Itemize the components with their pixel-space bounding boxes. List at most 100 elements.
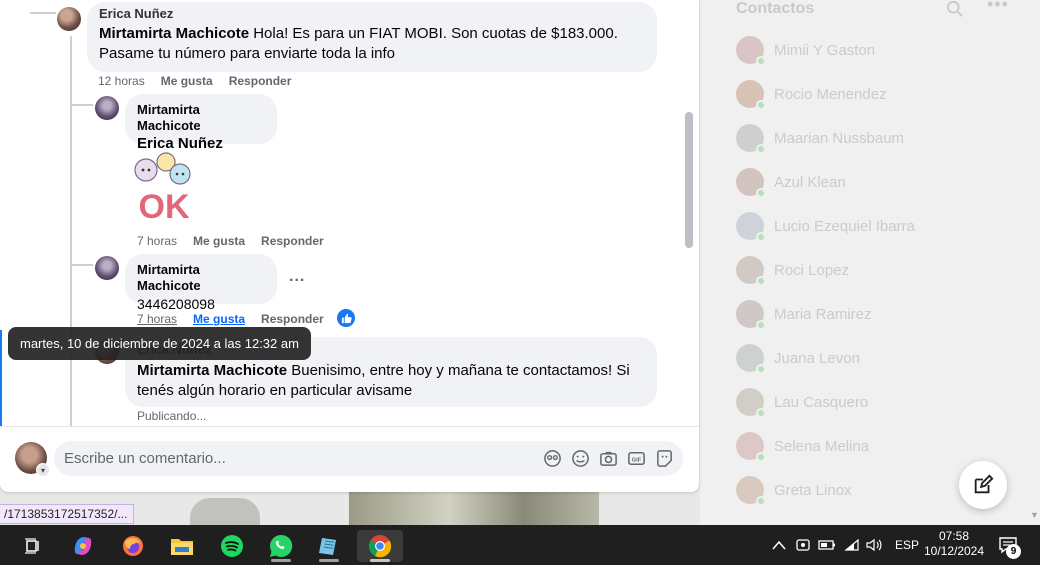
online-status-dot: [756, 320, 766, 330]
whatsapp-icon[interactable]: [261, 530, 301, 562]
contacts-panel: Contactos ••• Mimii Y Gaston Rocio Menend…: [700, 0, 1040, 525]
comment-composer: GIF: [54, 441, 683, 476]
comment-actions: 12 horas Me gusta Responder: [98, 74, 291, 88]
contact-item[interactable]: Selena Melina: [736, 432, 870, 462]
mention[interactable]: Erica Nuñez: [137, 134, 265, 154]
camera-icon[interactable]: [599, 449, 618, 468]
chevron-up-icon: [772, 540, 786, 550]
like-button[interactable]: Me gusta: [161, 74, 213, 88]
contact-item[interactable]: Greta Linox: [736, 476, 852, 506]
contact-avatar: [736, 344, 766, 374]
contact-name: Roci Lopez: [774, 261, 850, 279]
page-scrollbar[interactable]: ▼: [1030, 0, 1040, 525]
like-button[interactable]: Me gusta: [193, 312, 245, 326]
avatar[interactable]: [95, 96, 119, 120]
emoji-icon[interactable]: [571, 449, 590, 468]
firefox-icon[interactable]: [113, 530, 153, 562]
more-options-icon[interactable]: •••: [987, 0, 1009, 15]
avatar[interactable]: [57, 7, 81, 31]
contact-avatar: [736, 36, 766, 66]
dialog-scrollbar[interactable]: [685, 112, 693, 248]
contact-item[interactable]: Juana Levon: [736, 344, 860, 374]
chrome-icon[interactable]: [357, 530, 403, 562]
timestamp-tooltip: martes, 10 de diciembre de 2024 a las 12…: [8, 327, 311, 360]
contact-item[interactable]: Lucio Ezequiel Ibarra: [736, 212, 915, 242]
comment-actions: 7 horas Me gusta Responder: [137, 312, 324, 326]
comment-more-button[interactable]: ...: [289, 268, 305, 286]
background-photo: [349, 492, 599, 525]
comment-bubble: Mirtamirta Machicote Erica Nuñez: [125, 94, 277, 152]
contact-name: Selena Melina: [774, 437, 870, 455]
contact-item[interactable]: Maria Ramirez: [736, 300, 872, 330]
language-indicator[interactable]: ESP: [895, 525, 919, 565]
spotify-icon[interactable]: [212, 530, 252, 562]
online-status-dot: [756, 56, 766, 66]
wifi-icon[interactable]: [844, 525, 860, 565]
notification-center[interactable]: 9: [998, 525, 1021, 565]
online-status-dot: [756, 408, 766, 418]
thumbs-up-icon: [341, 313, 352, 323]
clock[interactable]: 07:58 10/12/2024: [918, 529, 990, 559]
meet-icon[interactable]: [795, 525, 811, 565]
comment-time[interactable]: 7 horas: [137, 234, 177, 248]
running-indicator: [319, 559, 339, 562]
avatar-sticker-icon[interactable]: [543, 449, 562, 468]
contact-avatar: [736, 212, 766, 242]
comment-time[interactable]: 12 horas: [98, 74, 145, 88]
taskbar: ESP 07:58 10/12/2024 9: [0, 525, 1040, 565]
status-url: /1713853172517352/...: [0, 504, 135, 524]
contact-name: Juana Levon: [774, 349, 860, 367]
background-image: [190, 498, 260, 525]
contact-avatar: [736, 168, 766, 198]
avatar[interactable]: [95, 256, 119, 280]
volume-icon[interactable]: [866, 525, 882, 565]
comment-author[interactable]: Mirtamirta Machicote: [99, 25, 249, 42]
online-status-dot: [756, 144, 766, 154]
contact-item[interactable]: Rocio Menendez: [736, 80, 887, 110]
online-status-dot: [756, 452, 766, 462]
reply-button[interactable]: Responder: [229, 74, 292, 88]
contact-item[interactable]: Maarian Nussbaum: [736, 124, 905, 154]
sticker-icon[interactable]: [655, 449, 674, 468]
comment-time[interactable]: 7 horas: [137, 312, 177, 326]
comment-text: 3446208098: [137, 296, 215, 312]
reply-button[interactable]: Responder: [261, 234, 324, 248]
online-status-dot: [756, 232, 766, 242]
contact-name: Maarian Nussbaum: [774, 129, 905, 147]
comment-author[interactable]: Mirtamirta Machicote: [137, 362, 287, 379]
like-reaction-icon[interactable]: [337, 309, 355, 327]
comment-actions: 7 horas Me gusta Responder: [137, 234, 324, 248]
online-status-dot: [756, 276, 766, 286]
show-hidden-icons[interactable]: [772, 525, 786, 565]
task-view-icon[interactable]: [13, 530, 53, 562]
battery-icon[interactable]: [818, 525, 836, 565]
reply-to-name[interactable]: Erica Nuñez: [99, 7, 645, 20]
online-status-dot: [756, 496, 766, 506]
search-icon[interactable]: [946, 0, 964, 18]
comment-author[interactable]: Mirtamirta Machicote: [137, 262, 265, 294]
contact-avatar: [736, 124, 766, 154]
comment-bubble: Mirtamirta Machicote 3446208098: [125, 254, 277, 312]
contact-name: Rocio Menendez: [774, 85, 887, 103]
user-avatar[interactable]: ▾: [15, 442, 50, 477]
contact-item[interactable]: Lau Casquero: [736, 388, 868, 418]
reply-button[interactable]: Responder: [261, 312, 324, 326]
comment-author[interactable]: Mirtamirta Machicote: [137, 102, 265, 134]
contact-item[interactable]: Mimii Y Gaston: [736, 36, 875, 66]
clock-date: 10/12/2024: [923, 544, 985, 558]
copilot-icon[interactable]: [63, 530, 103, 562]
sticker-text: OK: [139, 188, 190, 224]
file-explorer-icon[interactable]: [162, 530, 202, 562]
contact-name: Lucio Ezequiel Ibarra: [774, 217, 915, 235]
chevron-down-icon[interactable]: ▾: [36, 463, 50, 477]
gif-icon[interactable]: GIF: [627, 449, 646, 468]
like-button[interactable]: Me gusta: [193, 234, 245, 248]
comment-input[interactable]: [64, 441, 524, 476]
new-message-button[interactable]: [959, 461, 1007, 509]
online-status-dot: [756, 364, 766, 374]
sticker-art-icon: OK: [134, 152, 191, 226]
contact-item[interactable]: Azul Klean: [736, 168, 846, 198]
notification-count: 9: [1006, 544, 1021, 559]
contact-item[interactable]: Roci Lopez: [736, 256, 850, 286]
notepad-icon[interactable]: [309, 530, 349, 562]
